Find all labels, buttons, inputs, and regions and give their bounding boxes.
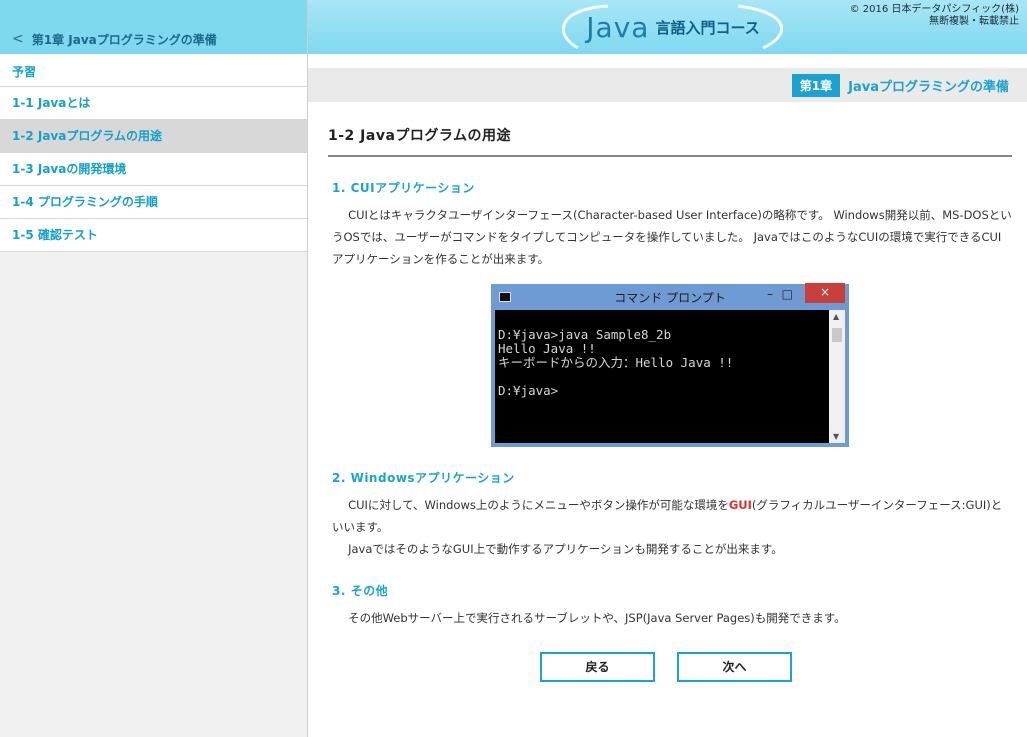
console-output: D:¥java>java Sample8_2b Hello Java !! キー… xyxy=(495,310,845,443)
pager-buttons: 戻る 次へ xyxy=(540,652,792,682)
close-icon: × xyxy=(805,283,845,303)
maximize-icon: □ xyxy=(781,287,793,301)
gui-highlight: GUI xyxy=(728,498,752,512)
console-text: D:¥java>java Sample8_2b Hello Java !! キー… xyxy=(498,327,734,398)
scroll-up-icon: ▲ xyxy=(833,312,840,321)
section-text-other: その他Webサーバー上で実行されるサーブレットや、JSP(Java Server… xyxy=(348,611,846,625)
copyright: © 2016 日本データパシフィック(株) 無断複製・転載禁止 xyxy=(850,4,1019,28)
section-heading-cui: 1. CUIアプリケーション xyxy=(332,181,475,195)
sidebar-item-1-2[interactable]: 1-2 Javaプログラムの用途 xyxy=(0,120,307,153)
scroll-down-icon: ▼ xyxy=(833,432,840,441)
logo-java-text: Java xyxy=(586,10,650,44)
logo-subtitle: 言語入門コース xyxy=(655,18,760,37)
chapter-bar: 第1章 Javaプログラミングの準備 xyxy=(308,68,1027,102)
minimize-icon: – xyxy=(767,287,773,301)
page-title: 1-2 Javaプログラムの用途 xyxy=(328,120,1012,157)
section-text-windows: CUIに対して、Windows上のようにメニューやボタン操作が可能な環境をGUI… xyxy=(328,494,1012,538)
chapter-back-link[interactable]: < 第1章 Javaプログラミングの準備 xyxy=(0,0,307,54)
chapter-title: Javaプログラミングの準備 xyxy=(848,79,1009,95)
section-heading-other: 3. その他 xyxy=(332,584,389,598)
top-header: Java 言語入門コース © 2016 日本データパシフィック(株) 無断複製・… xyxy=(308,0,1027,54)
command-prompt-screenshot: コマンド プロンプト – □ × D:¥java>java Sample8_2b… xyxy=(491,283,849,447)
scroll-thumb xyxy=(832,328,842,342)
chapter-back-label: 第1章 Javaプログラミングの準備 xyxy=(31,33,217,47)
section-text-windows-2: JavaではそのようなGUI上で動作するアプリケーションも開発することが出来ます… xyxy=(348,542,783,556)
chevron-left-icon: < xyxy=(12,31,24,47)
main-content: 1-2 Javaプログラムの用途 1. CUIアプリケーション CUIとはキャラ… xyxy=(328,120,1012,629)
sidebar: < 第1章 Javaプログラミングの準備 予習 1-1 Javaとは 1-2 J… xyxy=(0,0,308,737)
sidebar-item-preview[interactable]: 予習 xyxy=(0,54,307,87)
sidebar-item-1-1[interactable]: 1-1 Javaとは xyxy=(0,87,307,120)
copyright-line: © 2016 日本データパシフィック(株) xyxy=(849,4,1019,15)
section-text-cui: CUIとはキャラクタユーザインターフェース(Character-based Us… xyxy=(332,208,1012,266)
console-scrollbar: ▲ ▼ xyxy=(829,310,845,443)
sidebar-item-1-4[interactable]: 1-4 プログラミングの手順 xyxy=(0,186,307,219)
copyright-notice: 無断複製・転載禁止 xyxy=(929,16,1019,27)
sidebar-item-1-5[interactable]: 1-5 確認テスト xyxy=(0,219,307,252)
sidebar-item-1-3[interactable]: 1-3 Javaの開発環境 xyxy=(0,153,307,186)
chapter-badge: 第1章 xyxy=(791,73,841,97)
gui-text-before: CUIに対して、Windows上のようにメニューやボタン操作が可能な環境を xyxy=(348,498,729,512)
console-titlebar: コマンド プロンプト – □ × xyxy=(495,283,845,310)
next-button[interactable]: 次へ xyxy=(677,652,792,682)
course-logo: Java 言語入門コース xyxy=(548,4,798,50)
section-heading-windows: 2. Windowsアプリケーション xyxy=(332,471,515,485)
back-button[interactable]: 戻る xyxy=(540,652,655,682)
